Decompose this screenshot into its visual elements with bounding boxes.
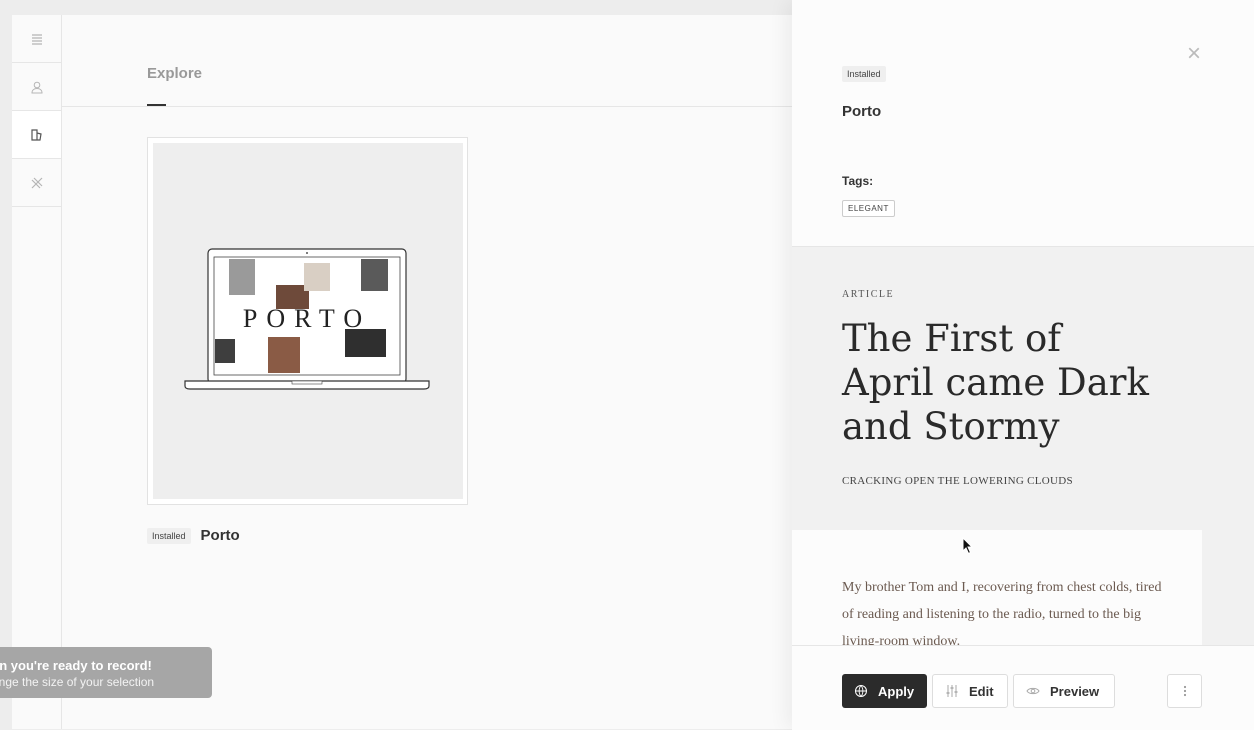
content-header: Explore: [62, 15, 792, 107]
rail-themes[interactable]: [12, 111, 61, 159]
laptop-preview-image: PORTO: [184, 248, 430, 390]
eye-icon: [1026, 687, 1040, 695]
menu-icon: [31, 33, 42, 45]
preview-label: Preview: [1050, 683, 1100, 699]
preview-heading: The First of April came Dark and Stormy: [842, 317, 1149, 448]
theme-thumbnail: PORTO: [153, 143, 463, 499]
preview-subheading: CRACKING OPEN THE LOWERING CLOUDS: [842, 475, 1073, 487]
panel-installed-badge: Installed: [842, 66, 886, 82]
card-footer: Installed Porto: [147, 527, 240, 544]
tab-underline: [147, 104, 166, 106]
preview-body-card: My brother Tom and I, recovering from ch…: [792, 530, 1202, 645]
tab-explore[interactable]: Explore: [147, 65, 202, 82]
apply-label: Apply: [878, 683, 915, 699]
rail-menu[interactable]: [12, 15, 61, 63]
sliders-icon: [946, 685, 958, 697]
panel-actions: Apply Edit Preview: [792, 645, 1254, 730]
theme-card[interactable]: PORTO: [147, 137, 468, 505]
tag-elegant[interactable]: ELEGANT: [842, 200, 895, 217]
rail-user[interactable]: [12, 63, 61, 111]
recording-toast: en you're ready to record! ange the size…: [0, 647, 212, 698]
user-icon: [30, 81, 43, 93]
preview-button[interactable]: Preview: [1013, 674, 1115, 708]
mouse-cursor-icon: [962, 537, 974, 555]
apply-button[interactable]: Apply: [842, 674, 927, 708]
close-icon[interactable]: ×: [1184, 42, 1204, 66]
edit-label: Edit: [969, 683, 994, 699]
more-vertical-icon: [1183, 685, 1186, 697]
panel-header: × Installed Porto Tags: ELEGANT: [792, 0, 1254, 247]
installed-badge: Installed: [147, 527, 191, 544]
themes-icon: [30, 128, 42, 141]
toast-title: en you're ready to record!: [0, 658, 152, 673]
tags-label: Tags:: [842, 174, 874, 188]
toast-subtitle: ange the size of your selection: [0, 675, 155, 689]
card-title[interactable]: Porto: [201, 527, 240, 544]
tools-icon: [31, 177, 42, 188]
edit-button[interactable]: Edit: [932, 674, 1008, 708]
rail-tools[interactable]: [12, 159, 61, 207]
globe-icon: [855, 685, 867, 697]
panel-title: Porto: [842, 103, 882, 120]
theme-detail-panel: × Installed Porto Tags: ELEGANT ARTICLE …: [792, 0, 1254, 730]
thumb-porto-text: PORTO: [243, 304, 371, 333]
theme-preview: ARTICLE The First of April came Dark and…: [792, 247, 1254, 645]
more-options-button[interactable]: [1167, 674, 1202, 708]
preview-kicker: ARTICLE: [842, 289, 895, 300]
sidebar-rail: [12, 15, 62, 729]
preview-body-text: My brother Tom and I, recovering from ch…: [842, 580, 1162, 645]
main-app: Explore PORTO Installed Porto: [12, 15, 792, 729]
